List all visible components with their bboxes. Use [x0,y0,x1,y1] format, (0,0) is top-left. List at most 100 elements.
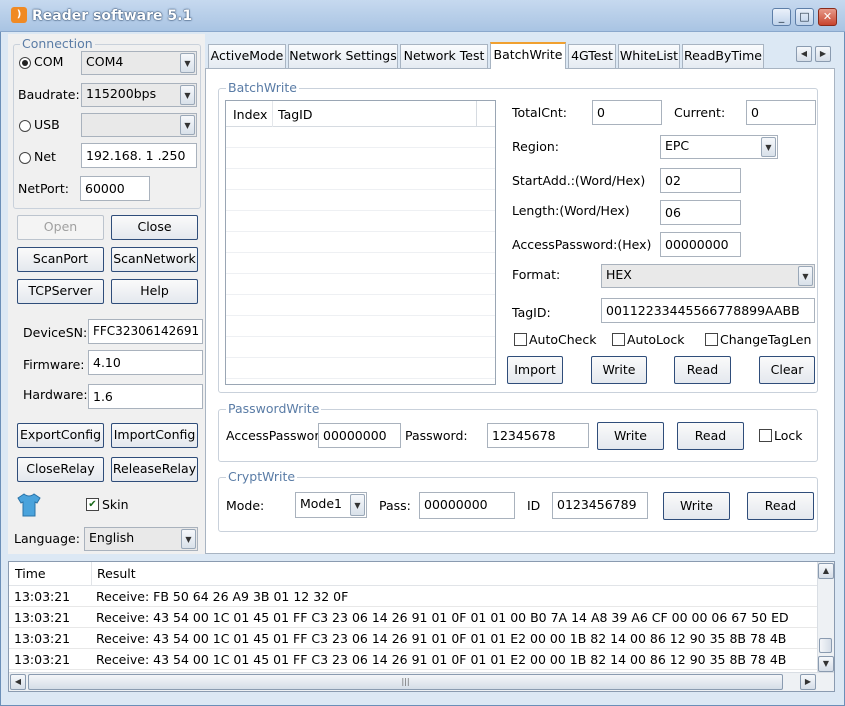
scannetwork-button[interactable]: ScanNetwork [111,247,198,272]
devicesn-field[interactable]: FFC32306142691 [88,319,203,344]
tshirt-skin-icon[interactable] [15,491,43,519]
com-label: COM [34,54,64,69]
scroll-up-icon[interactable]: ▲ [818,563,834,579]
log-time: 13:03:21 [14,652,71,667]
tab-4gtest[interactable]: 4GTest [568,44,616,68]
region-select[interactable]: EPC ▼ [660,135,778,159]
autocheck-checkbox[interactable] [514,333,527,346]
usb-radio[interactable] [19,120,31,132]
changetaglen-label: ChangeTagLen [720,332,812,347]
pw-accesspassword-field[interactable]: 00000000 [318,423,401,448]
log-row[interactable]: 13:03:21 Receive: 43 54 00 1C 01 45 01 F… [9,607,817,628]
tab-network-test[interactable]: Network Test [400,44,488,68]
netport-field[interactable]: 60000 [80,176,150,201]
chevron-down-icon[interactable]: ▼ [180,115,195,135]
pass-label: Pass: [379,498,411,513]
closerelay-button[interactable]: CloseRelay [17,457,104,482]
log-row[interactable]: 13:03:21 Receive: FB 50 64 26 A9 3B 01 1… [9,586,817,607]
mode-label: Mode: [226,498,265,513]
crypt-write-button[interactable]: Write [663,492,730,520]
chevron-down-icon[interactable]: ▼ [180,53,195,73]
tab-scroll-left-icon[interactable]: ◀ [796,46,812,62]
help-button[interactable]: Help [111,279,198,304]
crypt-read-button[interactable]: Read [747,492,814,520]
tab-network-settings[interactable]: Network Settings [288,44,398,68]
column-header-result[interactable]: Result [97,566,136,581]
mode-select[interactable]: Mode1 ▼ [295,492,367,518]
language-label: Language: [14,531,80,546]
totalcnt-label: TotalCnt: [512,105,567,120]
open-button[interactable]: Open [17,215,104,240]
crypt-id-field[interactable]: 0123456789 [552,492,648,519]
firmware-field[interactable]: 4.10 [88,350,203,375]
startadd-field[interactable]: 02 [660,168,741,193]
batch-write-button[interactable]: Write [591,356,647,384]
column-header-index[interactable]: Index [233,107,267,122]
tagid-field[interactable]: 00112233445566778899AABB [601,298,815,323]
scroll-right-icon[interactable]: ▶ [800,674,816,690]
scroll-down-icon[interactable]: ▼ [818,656,834,672]
length-label: Length:(Word/Hex) [512,203,630,218]
import-button[interactable]: Import [507,356,563,384]
skin-label: Skin [102,497,129,512]
column-header-tagid[interactable]: TagID [278,107,312,122]
clear-button[interactable]: Clear [759,356,815,384]
password-read-button[interactable]: Read [677,422,744,450]
close-window-button[interactable]: ✕ [818,8,837,26]
log-result: Receive: 43 54 00 1C 01 45 01 FF C3 23 0… [96,652,787,667]
net-radio[interactable] [19,152,31,164]
scroll-left-icon[interactable]: ◀ [10,674,26,690]
log-result: Receive: 43 54 00 1C 01 45 01 FF C3 23 0… [96,610,789,625]
usb-select[interactable]: ▼ [81,113,197,137]
changetaglen-checkbox[interactable] [705,333,718,346]
format-value: HEX [606,267,632,282]
importconfig-button[interactable]: ImportConfig [111,423,198,448]
tcpserver-button[interactable]: TCPServer [17,279,104,304]
minimize-button[interactable]: _ [772,8,791,26]
ip-address-field[interactable]: 192.168. 1 .250 [81,143,197,168]
totalcnt-field[interactable]: 0 [592,100,662,125]
autolock-checkbox[interactable] [612,333,625,346]
accesspassword-pw-label: AccessPasswor [226,428,320,443]
log-row[interactable]: 13:03:21 Receive: 43 54 00 1C 01 45 01 F… [9,628,817,649]
chevron-down-icon[interactable]: ▼ [761,137,776,157]
netport-label: NetPort: [18,181,69,196]
format-select[interactable]: HEX ▼ [601,264,815,288]
tab-scroll-right-icon[interactable]: ▶ [815,46,831,62]
log-row[interactable]: 13:03:21 Receive: 43 54 00 1C 01 45 01 F… [9,649,817,670]
skin-checkbox[interactable]: ✔ [86,498,99,511]
chevron-down-icon[interactable]: ▼ [350,494,365,516]
tab-readbytime[interactable]: ReadByTime [682,44,764,68]
usb-label: USB [34,117,60,132]
lock-checkbox[interactable] [759,429,772,442]
accesspassword-field[interactable]: 00000000 [660,232,741,257]
crypt-pass-field[interactable]: 00000000 [419,492,515,519]
horizontal-scroll-thumb[interactable]: ||| [28,674,783,690]
exportconfig-button[interactable]: ExportConfig [17,423,104,448]
close-connection-button[interactable]: Close [111,215,198,240]
hardware-field[interactable]: 1.6 [88,384,203,409]
scanport-button[interactable]: ScanPort [17,247,104,272]
batch-read-button[interactable]: Read [674,356,731,384]
chevron-down-icon[interactable]: ▼ [180,85,195,105]
releaserelay-button[interactable]: ReleaseRelay [111,457,198,482]
password-field[interactable]: 12345678 [487,423,589,448]
password-write-button[interactable]: Write [597,422,664,450]
chevron-down-icon[interactable]: ▼ [181,529,196,549]
maximize-button[interactable]: □ [795,8,814,26]
com-port-select[interactable]: COM4 ▼ [81,51,197,75]
title-bar[interactable]: ) Reader software 5.1 _ □ ✕ [0,0,845,32]
com-radio[interactable] [19,57,31,69]
vertical-scroll-thumb[interactable] [819,638,832,653]
current-field[interactable]: 0 [746,100,816,125]
language-select[interactable]: English ▼ [84,527,198,551]
column-header-time[interactable]: Time [15,566,46,581]
tag-list-table[interactable]: Index TagID [225,100,496,385]
baudrate-select[interactable]: 115200bps ▼ [81,83,197,107]
tab-activemode[interactable]: ActiveMode [208,44,286,68]
tab-batchwrite[interactable]: BatchWrite [490,42,566,69]
net-label: Net [34,149,56,164]
chevron-down-icon[interactable]: ▼ [798,266,813,286]
length-field[interactable]: 06 [660,200,741,225]
tab-whitelist[interactable]: WhiteList [618,44,680,68]
